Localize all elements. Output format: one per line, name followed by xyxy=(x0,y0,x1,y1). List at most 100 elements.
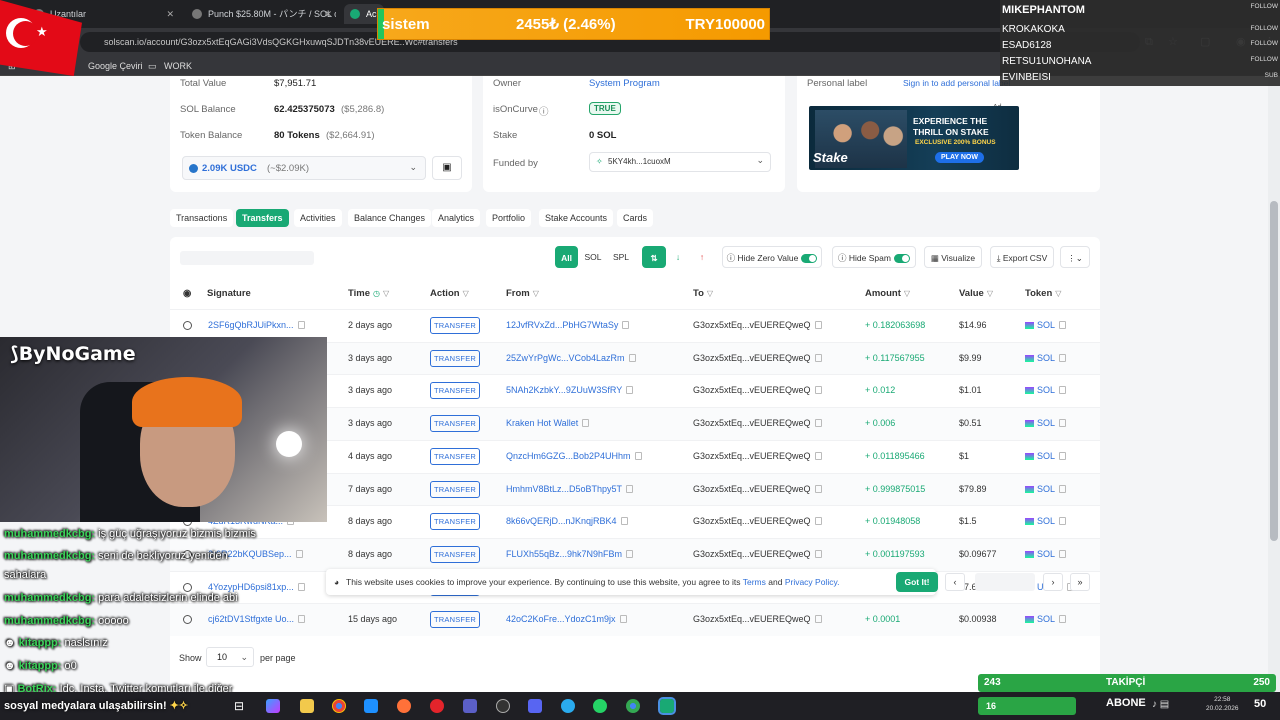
from-address-link[interactable]: QnzcHm6GZG...Bob2P4UHhm xyxy=(506,451,642,461)
tab-transactions[interactable]: Transactions xyxy=(170,209,234,227)
scrollbar-thumb[interactable] xyxy=(1270,201,1278,541)
arrow-down-icon[interactable]: ↓ xyxy=(668,246,688,268)
telegram-icon[interactable] xyxy=(561,699,575,713)
copy-icon[interactable] xyxy=(814,419,822,428)
copy-icon[interactable] xyxy=(814,451,822,460)
hide-spam-toggle[interactable]: ⓘ Hide Spam xyxy=(832,246,916,268)
copy-icon[interactable] xyxy=(628,353,636,362)
last-page-icon[interactable]: » xyxy=(1070,573,1090,591)
tab-portfolio[interactable]: Portfolio xyxy=(486,209,532,227)
copy-icon[interactable] xyxy=(814,386,822,395)
copilot-icon[interactable] xyxy=(266,699,280,713)
tab-activities[interactable]: Activities xyxy=(294,209,342,227)
tab-balance-changes[interactable]: Balance Changes xyxy=(348,209,432,227)
page-scrollbar[interactable] xyxy=(1268,76,1280,692)
from-address-link[interactable]: 5NAh2KzbkY...9ZUuW3SfRY xyxy=(506,385,634,395)
copy-icon[interactable] xyxy=(297,321,305,329)
copy-icon[interactable] xyxy=(814,484,822,493)
token-select[interactable]: 2.09K USDC (~$2.09K) ⌄ xyxy=(182,156,426,180)
copy-icon[interactable] xyxy=(634,451,642,460)
columns-menu-icon[interactable]: ⋮⌄ xyxy=(1060,246,1090,268)
privacy-policy-link[interactable]: Privacy Policy. xyxy=(785,577,840,587)
copy-icon[interactable] xyxy=(582,419,590,428)
tab-analytics[interactable]: Analytics xyxy=(432,209,481,227)
play-now-button[interactable]: PLAY NOW xyxy=(935,152,984,163)
header-action[interactable]: Action ▽ xyxy=(430,288,469,299)
copy-icon[interactable] xyxy=(1059,386,1067,395)
copy-icon[interactable] xyxy=(626,549,634,558)
opera-icon[interactable] xyxy=(430,699,444,713)
portfolio-icon[interactable]: ▣ xyxy=(432,156,462,180)
signature-link[interactable]: 2SF6gQbRJUiPkxn... xyxy=(208,320,305,330)
prev-page-icon[interactable]: ‹ xyxy=(945,573,965,591)
visualize-button[interactable]: ▦ Visualize xyxy=(924,246,982,268)
browser-tab-punch[interactable]: Punch $25.80M - パンチ / SOL o... ✕ xyxy=(186,4,336,24)
hide-zero-toggle[interactable]: ⓘ Hide Zero Value xyxy=(722,246,822,268)
eye-icon[interactable] xyxy=(183,321,192,330)
tab-cards[interactable]: Cards xyxy=(617,209,654,227)
chrome-icon[interactable] xyxy=(332,699,346,713)
header-token[interactable]: Token ▽ xyxy=(1025,288,1061,299)
header-from[interactable]: From ▽ xyxy=(506,288,539,299)
token-link[interactable]: SOL xyxy=(1025,320,1067,330)
obs-icon[interactable] xyxy=(496,699,510,713)
export-csv-button[interactable]: ⤓ Export CSV xyxy=(990,246,1054,268)
next-page-icon[interactable]: › xyxy=(1043,573,1063,591)
token-link[interactable]: SOL xyxy=(1025,516,1067,526)
token-link[interactable]: SOL xyxy=(1025,385,1067,395)
system-clock[interactable]: 22:58 20.02.2026 xyxy=(1206,695,1239,713)
tab-transfers[interactable]: Transfers xyxy=(236,209,289,227)
copy-icon[interactable] xyxy=(1059,451,1067,460)
token-link[interactable]: SOL xyxy=(1025,614,1067,624)
copy-icon[interactable] xyxy=(1059,321,1067,329)
filter-sol-button[interactable]: SOL xyxy=(580,246,606,268)
solscan-task-icon[interactable] xyxy=(658,697,676,715)
from-address-link[interactable]: FLUXh55qBz...9hk7N9hFBm xyxy=(506,549,634,559)
discord-icon[interactable] xyxy=(528,699,542,713)
app-icon[interactable] xyxy=(463,699,477,713)
copy-icon[interactable] xyxy=(814,517,822,526)
header-amount[interactable]: Amount ▽ xyxy=(865,288,910,299)
sign-in-link[interactable]: Sign in to add personal label xyxy=(903,78,1010,88)
file-explorer-icon[interactable] xyxy=(300,699,314,713)
arrow-up-icon[interactable]: ↑ xyxy=(692,246,712,268)
close-icon[interactable]: ✕ xyxy=(166,4,174,24)
copy-icon[interactable] xyxy=(620,517,628,526)
token-link[interactable]: SOL xyxy=(1025,549,1067,559)
chrome-alt-icon[interactable] xyxy=(626,699,640,713)
token-link[interactable]: SOL xyxy=(1025,451,1067,461)
copy-icon[interactable] xyxy=(814,615,822,624)
mail-icon[interactable] xyxy=(364,699,378,713)
filter-spl-button[interactable]: SPL xyxy=(608,246,634,268)
copy-icon[interactable] xyxy=(814,549,822,558)
copy-icon[interactable] xyxy=(626,386,634,395)
sort-toggle-icon[interactable]: ⇅ xyxy=(642,246,666,268)
copy-icon[interactable] xyxy=(1059,353,1067,362)
tab-stake-accounts[interactable]: Stake Accounts xyxy=(539,209,614,227)
token-link[interactable]: SOL xyxy=(1025,418,1067,428)
copy-icon[interactable] xyxy=(1059,517,1067,526)
from-address-link[interactable]: HmhmV8BtLz...D5oBThpy5T xyxy=(506,484,634,494)
token-link[interactable]: SOL xyxy=(1025,353,1067,363)
copy-icon[interactable] xyxy=(1059,419,1067,428)
bookmark-work[interactable]: WORK xyxy=(164,59,192,73)
copy-icon[interactable] xyxy=(1059,484,1067,493)
system-tray-icons[interactable]: ♪ ▤ xyxy=(1152,699,1169,710)
from-address-link[interactable]: Kraken Hot Wallet xyxy=(506,418,590,428)
copy-icon[interactable] xyxy=(814,321,822,329)
token-link[interactable]: SOL xyxy=(1025,484,1067,494)
terms-link[interactable]: Terms xyxy=(743,577,766,587)
copy-icon[interactable] xyxy=(814,353,822,362)
header-value[interactable]: Value ▽ xyxy=(959,288,993,299)
stake-ad-banner[interactable]: Stake EXPERIENCE THE THRILL ON STAKE EXC… xyxy=(809,106,1019,170)
firefox-icon[interactable] xyxy=(397,699,411,713)
copy-icon[interactable] xyxy=(622,321,630,329)
from-address-link[interactable]: 8k66vQERjD...nJKnqjRBK4 xyxy=(506,516,628,526)
copy-icon[interactable] xyxy=(1059,615,1067,624)
copy-icon[interactable] xyxy=(619,615,627,624)
close-icon[interactable]: ✕ xyxy=(324,4,332,24)
got-it-button[interactable]: Got It! xyxy=(896,572,938,592)
whatsapp-icon[interactable] xyxy=(593,699,607,713)
header-time[interactable]: Time ◷ ▽ xyxy=(348,288,389,299)
from-address-link[interactable]: 42oC2KoFre...YdozC1m9jx xyxy=(506,614,627,624)
